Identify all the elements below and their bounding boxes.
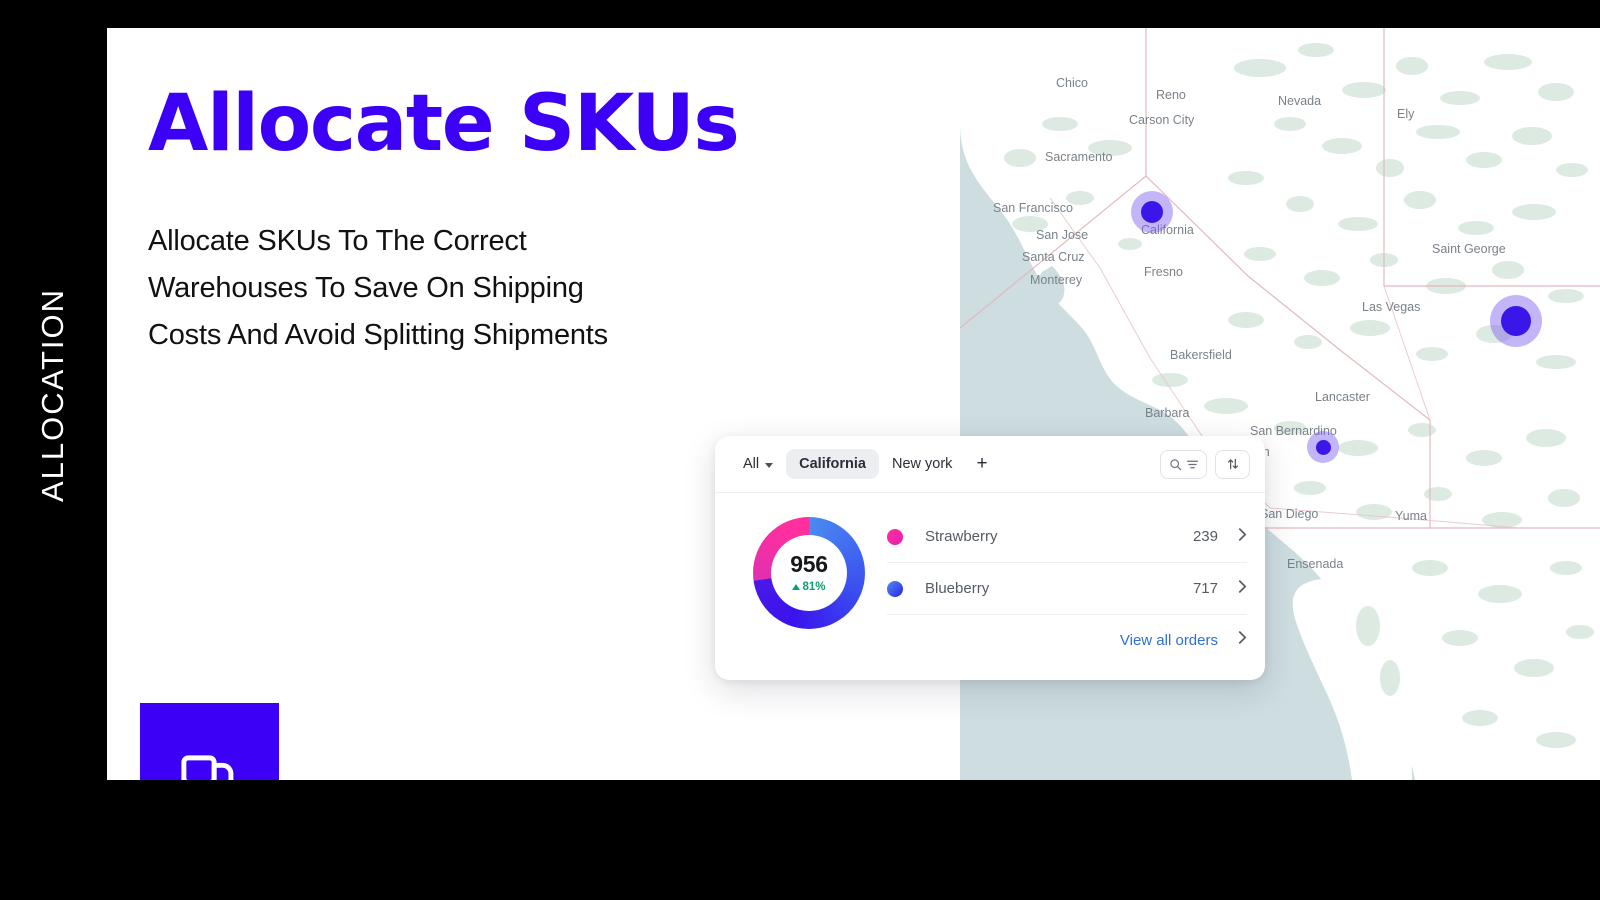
donut-delta-value: 81%: [802, 581, 826, 593]
view-all-orders-link[interactable]: View all orders: [1120, 632, 1218, 649]
orders-donut-chart: 956 81%: [753, 517, 865, 629]
card-body: 956 81% Strawberry 239 Blueberry 717 Vie…: [715, 493, 1265, 665]
legend-item-value: 239: [1192, 528, 1218, 545]
map-label: Carson City: [1129, 113, 1195, 127]
add-tab-button[interactable]: +: [965, 449, 998, 479]
chevron-right-icon: [1238, 579, 1247, 599]
map-label: Ensenada: [1287, 557, 1344, 571]
donut-delta: 81%: [792, 581, 826, 593]
marker-las-vegas[interactable]: [1490, 295, 1542, 347]
tab-new-york-label: New york: [892, 456, 953, 472]
map-label: Santa Cruz: [1022, 250, 1085, 264]
marker-long-beach[interactable]: [1307, 431, 1339, 463]
legend-color-dot: [887, 528, 903, 545]
orders-legend-list: Strawberry 239 Blueberry 717 View all or…: [887, 509, 1247, 665]
marker-san-francisco[interactable]: [1131, 191, 1173, 233]
legend-item-label: Strawberry: [925, 528, 998, 545]
search-filter-button[interactable]: [1160, 449, 1207, 479]
sort-button[interactable]: [1215, 449, 1250, 479]
search-icon: [1169, 458, 1181, 470]
map-label: Saint George: [1432, 242, 1506, 256]
view-all-orders-row[interactable]: View all orders: [887, 615, 1247, 665]
chevron-down-icon: [765, 462, 774, 468]
triangle-up-icon: [792, 584, 801, 590]
map-label: Yuma: [1395, 509, 1427, 523]
list-item[interactable]: Strawberry 239: [887, 511, 1247, 563]
tab-california-label: California: [799, 456, 866, 472]
content-panel: Allocate SKUs Allocate SKUs To The Corre…: [107, 28, 1600, 780]
map-label: Sacramento: [1045, 150, 1113, 164]
orders-card: All California New york + 956 81% Strawb…: [715, 436, 1265, 680]
map-label: Chico: [1056, 76, 1088, 90]
sort-arrows-icon: [1227, 458, 1238, 470]
filter-icon: [1186, 460, 1198, 468]
map-label: Bakersfield: [1170, 348, 1232, 362]
vertical-category-label: ALLOCATION: [0, 0, 107, 790]
tab-all-label: All: [743, 456, 760, 472]
card-toolbar: All California New york +: [715, 436, 1265, 493]
tab-all[interactable]: All: [730, 449, 786, 479]
donut-ring: 956 81%: [753, 517, 865, 629]
map-label: Ely: [1397, 107, 1415, 121]
map-label: Barbara: [1145, 406, 1190, 420]
chevron-right-icon: [1238, 630, 1247, 650]
map-label: Monterey: [1030, 273, 1083, 287]
donut-center: 956 81%: [771, 535, 847, 611]
tab-new-york[interactable]: New york: [879, 449, 965, 479]
truck-badge: [140, 703, 279, 780]
legend-item-label: Blueberry: [925, 580, 990, 597]
page-title: Allocate SKUs: [148, 79, 740, 169]
legend-color-dot: [887, 580, 903, 597]
donut-total-value: 956: [790, 551, 828, 577]
map-label: Nevada: [1278, 94, 1322, 108]
map-label: San Diego: [1260, 507, 1319, 521]
slide-canvas: ALLOCATION Allocate SKUs Allocate SKUs T…: [0, 0, 1600, 900]
map-label: Lancaster: [1315, 390, 1370, 404]
legend-item-value: 717: [1192, 580, 1218, 597]
list-item[interactable]: Blueberry 717: [887, 563, 1247, 615]
vertical-category-text: ALLOCATION: [35, 287, 71, 503]
map-label: San Francisco: [993, 201, 1073, 215]
map-label: Las Vegas: [1362, 300, 1421, 314]
truck-icon: [180, 754, 233, 780]
page-subtitle: Allocate SKUs To The Correct Warehouses …: [148, 225, 608, 351]
map-label: Reno: [1156, 88, 1186, 102]
map-label: Fresno: [1144, 265, 1183, 279]
chevron-right-icon: [1238, 527, 1247, 547]
toolbar-actions: [1160, 449, 1250, 479]
tab-california[interactable]: California: [786, 449, 879, 479]
map-label: San Jose: [1036, 228, 1089, 242]
